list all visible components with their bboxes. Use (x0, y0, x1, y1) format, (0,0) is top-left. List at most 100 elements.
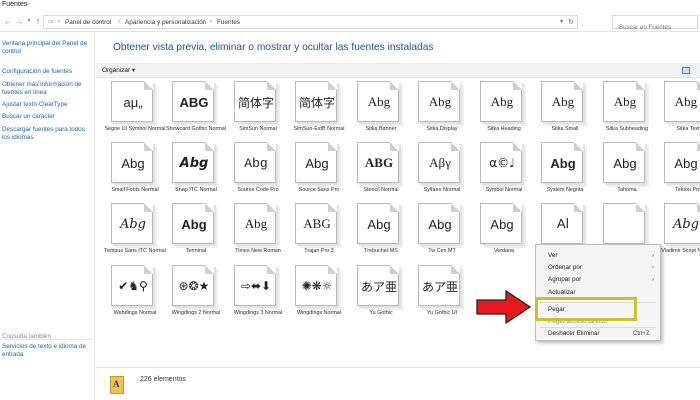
search-box[interactable] (612, 15, 698, 34)
font-tile[interactable]: あア亜 Yu Gothic (350, 265, 412, 329)
font-page-icon: あア亜 (418, 265, 460, 306)
organize-button[interactable]: Organizar ▾ (102, 64, 135, 78)
search-input[interactable] (613, 21, 697, 34)
task-font-info-online[interactable]: Obtener más información de fuentes en lí… (2, 81, 92, 97)
font-page-icon: 简体字 (234, 81, 276, 122)
font-name: Terminal (185, 248, 207, 254)
font-tile[interactable]: ✺❋☼ Wingdings Normal (288, 265, 350, 329)
font-tile[interactable]: ABG Stencil Normal (350, 142, 412, 206)
font-page-icon: Abg (234, 142, 276, 183)
font-page-icon: ABG (357, 142, 399, 183)
refresh-icon[interactable]: ↻ (568, 16, 574, 29)
menu-item-agrupar-por[interactable]: Agrupar por › (548, 276, 654, 284)
view-mode-icon[interactable] (682, 67, 690, 74)
font-page-icon: Abg (234, 203, 276, 244)
see-also-text-services-link[interactable]: Servicios de texto e idioma de entrada (2, 343, 92, 359)
font-name: Trebuchet MS (364, 248, 398, 254)
font-name: Wingdings Normal (296, 310, 342, 316)
font-tile[interactable]: ⊛❂★ Wingdings 2 Normal (165, 265, 227, 329)
font-page-icon: Abg (357, 203, 399, 244)
font-tile[interactable]: Abg Sitka Heading (473, 81, 535, 145)
font-page-icon: Abg (480, 203, 522, 244)
font-name: Wingdings 2 Normal (171, 310, 221, 316)
font-tile[interactable]: Abg Source Code Pro (227, 142, 289, 206)
font-page-icon: Abg (480, 81, 522, 122)
font-name: System Negrita (546, 187, 584, 193)
font-page-icon: ⇨⬌⬇ (234, 265, 276, 306)
font-name: Sitka Text (676, 126, 700, 132)
menu-item-ver[interactable]: Ver › (548, 252, 654, 260)
font-tile[interactable]: Aβγ Sylfaen Normal (411, 142, 473, 206)
font-name: Yu Gothic UI (426, 310, 458, 316)
font-tile[interactable]: ABG Showcard Gothic Normal (165, 81, 227, 145)
font-tile[interactable]: α©♩ Symbol Normal (473, 142, 535, 206)
font-tile[interactable]: Abg Trebuchet MS (350, 203, 412, 267)
breadcrumb-fonts[interactable]: Fuentes (217, 16, 240, 29)
status-bar: A 226 elementos (96, 367, 700, 400)
font-name: Times New Roman (235, 248, 281, 254)
font-tile[interactable]: Abg Source Sans Pro (288, 142, 350, 206)
font-tile[interactable]: 简体字 SimSun Normal (227, 81, 289, 145)
breadcrumb-panel[interactable]: Panel de control (65, 16, 111, 29)
menu-item-ordenar-por[interactable]: Ordenar por › (548, 264, 654, 272)
font-tile[interactable]: Abg Tahoma (596, 142, 658, 206)
task-find-character[interactable]: Buscar un carácter (2, 113, 92, 121)
see-also-title: Consulta también (2, 333, 52, 340)
submenu-chevron-icon: › (652, 277, 654, 283)
address-dropdown-icon[interactable]: ▾ (560, 16, 563, 29)
font-name: Snap ITC Normal (175, 187, 217, 193)
font-tile[interactable]: AbgVladimir Script Normal (657, 203, 700, 267)
font-page-icon: 简体字 (295, 81, 337, 122)
red-arrow-icon (476, 290, 532, 324)
breadcrumb-root-icon: ▭ (48, 19, 54, 25)
command-bar: Organizar ▾ (96, 63, 700, 78)
font-page-icon: Abg (418, 203, 460, 244)
menu-separator (540, 327, 656, 328)
font-page-icon: aμ„ (111, 81, 153, 122)
task-download-fonts[interactable]: Descargar fuentes para todos los idiomas (2, 126, 92, 142)
font-tile[interactable]: Abg Snap ITC Normal (165, 142, 227, 206)
font-tile[interactable]: Abg Sitka Display (411, 81, 473, 145)
font-page-icon: Abg (172, 203, 214, 244)
font-page-icon: Abg (111, 142, 153, 183)
font-tile[interactable]: Abg Sitka Banner (350, 81, 412, 145)
menu-item-actualizar[interactable]: Actualizar (548, 289, 576, 297)
menu-item-deshacer-eliminar[interactable]: Deshacer Eliminar Ctrl+Z (548, 330, 650, 338)
font-page-icon: ✺❋☼ (295, 265, 337, 306)
font-tile[interactable]: aμ„ Segoe UI Symbol Normal (104, 81, 166, 145)
font-tile[interactable]: Abg Sitka Text (657, 81, 700, 145)
font-tile[interactable]: Abg Terminal (165, 203, 227, 267)
control-panel-home-link[interactable]: Ventana principal del Panel de control (2, 40, 92, 56)
font-page-icon: Abg (541, 81, 583, 122)
address-box[interactable]: ▭ › Panel de control › Apariencia y pers… (43, 15, 578, 29)
font-tile[interactable]: ⇨⬌⬇ Wingdings 3 Normal (227, 265, 289, 329)
font-tile[interactable]: Abg Times New Roman (227, 203, 289, 267)
font-tile[interactable]: Abg Small Fonts Normal (104, 142, 166, 206)
font-tile[interactable]: 简体字 SimSun-ExtB Normal (288, 81, 350, 145)
font-tile[interactable]: Abg Tw Cen MT (411, 203, 473, 267)
font-tile[interactable]: Abg Verdana (473, 203, 535, 267)
font-name: SimSun-ExtB Normal (293, 126, 345, 132)
task-font-settings[interactable]: Configuración de fuentes (2, 68, 92, 76)
font-tile[interactable]: ABG Trajan Pro 3 (288, 203, 350, 267)
fonts-window: Fuentes ← → ▾ ↑ ▭ › Panel de control › A… (0, 0, 700, 400)
left-panel: Ventana principal del Panel de control C… (0, 33, 95, 400)
font-name: Sitka Heading (487, 126, 521, 132)
font-tile[interactable]: Abg Tempus Sans ITC Normal (104, 203, 166, 267)
font-name: Verdana (493, 248, 515, 254)
font-name: Sylfaen Normal (423, 187, 461, 193)
font-name: Sitka Subheading (605, 126, 649, 132)
font-page-icon: Abg (664, 142, 700, 183)
font-tile[interactable]: Abg Sitka Small (534, 81, 596, 145)
font-tile[interactable]: ✔♞⚲ Webdings Normal (104, 265, 166, 329)
fonts-folder-icon: A (110, 376, 124, 394)
menu-item-label: Actualizar (548, 289, 576, 296)
font-tile[interactable]: Abg System Negrita (534, 142, 596, 206)
font-name: Wingdings 3 Normal (233, 310, 283, 316)
breadcrumb-appearance[interactable]: Apariencia y personalización (125, 16, 206, 29)
font-tile[interactable]: あア亜 Yu Gothic UI (411, 265, 473, 329)
task-cleartype[interactable]: Ajustar texto ClearType (2, 101, 92, 109)
font-tile[interactable]: Abg Sitka Subheading (596, 81, 658, 145)
font-page-icon: ABG (295, 203, 337, 244)
font-tile[interactable]: Abg Tekton Pro (657, 142, 700, 206)
